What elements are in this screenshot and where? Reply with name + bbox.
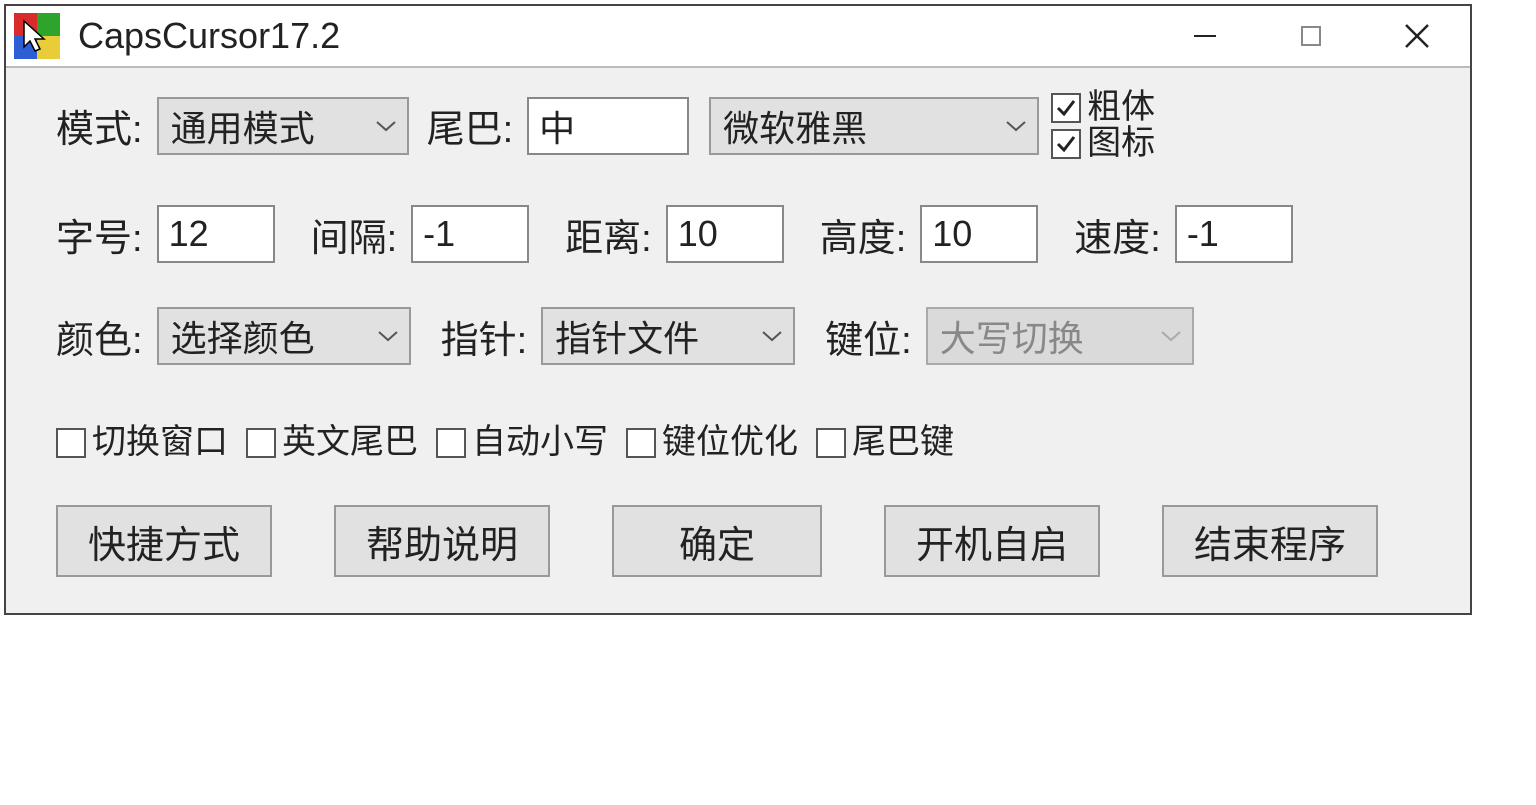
bold-checkbox[interactable]: 粗体 [1051,90,1155,126]
row-mode: 模式: 通用模式 尾巴: 中 微软雅黑 粗体 图标 [56,90,1430,161]
row-buttons: 快捷方式 帮助说明 确定 开机自启 结束程序 [56,505,1430,577]
speed-label: 速度: [1074,207,1161,262]
client-area: 模式: 通用模式 尾巴: 中 微软雅黑 粗体 图标 [6,68,1470,613]
color-label: 颜色: [56,309,143,364]
ok-button[interactable]: 确定 [612,505,822,577]
interval-input[interactable]: -1 [411,205,529,263]
close-button[interactable] [1364,5,1470,67]
fontsize-input[interactable]: 12 [157,205,275,263]
chevron-down-icon [377,329,399,343]
row-selectors: 颜色: 选择颜色 指针: 指针文件 键位: 大写切换 [56,307,1430,365]
pointer-label: 指针: [441,309,528,364]
switch-window-checkbox[interactable]: 切换窗口 [56,425,228,461]
color-combo[interactable]: 选择颜色 [157,307,411,365]
fontsize-label: 字号: [56,207,143,262]
shortcut-button[interactable]: 快捷方式 [56,505,272,577]
app-icon [14,13,60,59]
english-tail-checkbox[interactable]: 英文尾巴 [246,425,418,461]
key-combo-text: 大写切换 [940,310,1084,362]
maximize-button[interactable] [1258,5,1364,67]
exit-button[interactable]: 结束程序 [1162,505,1378,577]
icon-checkbox-label: 图标 [1087,126,1155,162]
interval-label: 间隔: [311,207,398,262]
row-options: 切换窗口 英文尾巴 自动小写 键位优化 尾巴键 [56,425,1430,461]
chevron-down-icon [375,119,397,133]
bold-checkbox-label: 粗体 [1087,90,1155,126]
titlebar: CapsCursor17.2 [6,6,1470,68]
distance-label: 距离: [565,207,652,262]
key-optimize-label: 键位优化 [662,425,798,461]
speed-input[interactable]: -1 [1175,205,1293,263]
pointer-combo-text: 指针文件 [555,310,699,362]
auto-lowercase-label: 自动小写 [472,425,608,461]
icon-checkbox[interactable]: 图标 [1051,126,1155,162]
tail-input[interactable]: 中 [527,97,689,155]
pointer-combo[interactable]: 指针文件 [541,307,795,365]
color-combo-text: 选择颜色 [171,310,315,362]
font-combo[interactable]: 微软雅黑 [709,97,1039,155]
chevron-down-icon [761,329,783,343]
font-combo-text: 微软雅黑 [723,100,867,152]
autostart-button[interactable]: 开机自启 [884,505,1100,577]
chevron-down-icon [1160,329,1182,343]
app-window: CapsCursor17.2 模式: 通用模式 尾巴: 中 微软雅黑 [4,4,1472,615]
switch-window-label: 切换窗口 [92,425,228,461]
distance-input[interactable]: 10 [666,205,784,263]
english-tail-label: 英文尾巴 [282,425,418,461]
help-button[interactable]: 帮助说明 [334,505,550,577]
height-input[interactable]: 10 [920,205,1038,263]
tail-key-checkbox[interactable]: 尾巴键 [816,425,954,461]
key-combo: 大写切换 [926,307,1194,365]
row-numbers: 字号: 12 间隔: -1 距离: 10 高度: 10 速度: -1 [56,205,1430,263]
tail-label: 尾巴: [427,98,514,153]
chevron-down-icon [1005,119,1027,133]
mode-label: 模式: [56,98,143,153]
auto-lowercase-checkbox[interactable]: 自动小写 [436,425,608,461]
mode-combo-text: 通用模式 [171,100,315,152]
window-title: CapsCursor17.2 [78,15,340,57]
key-optimize-checkbox[interactable]: 键位优化 [626,425,798,461]
tail-key-label: 尾巴键 [852,425,954,461]
height-label: 高度: [820,207,907,262]
key-label: 键位: [825,309,912,364]
mode-combo[interactable]: 通用模式 [157,97,409,155]
minimize-button[interactable] [1152,5,1258,67]
